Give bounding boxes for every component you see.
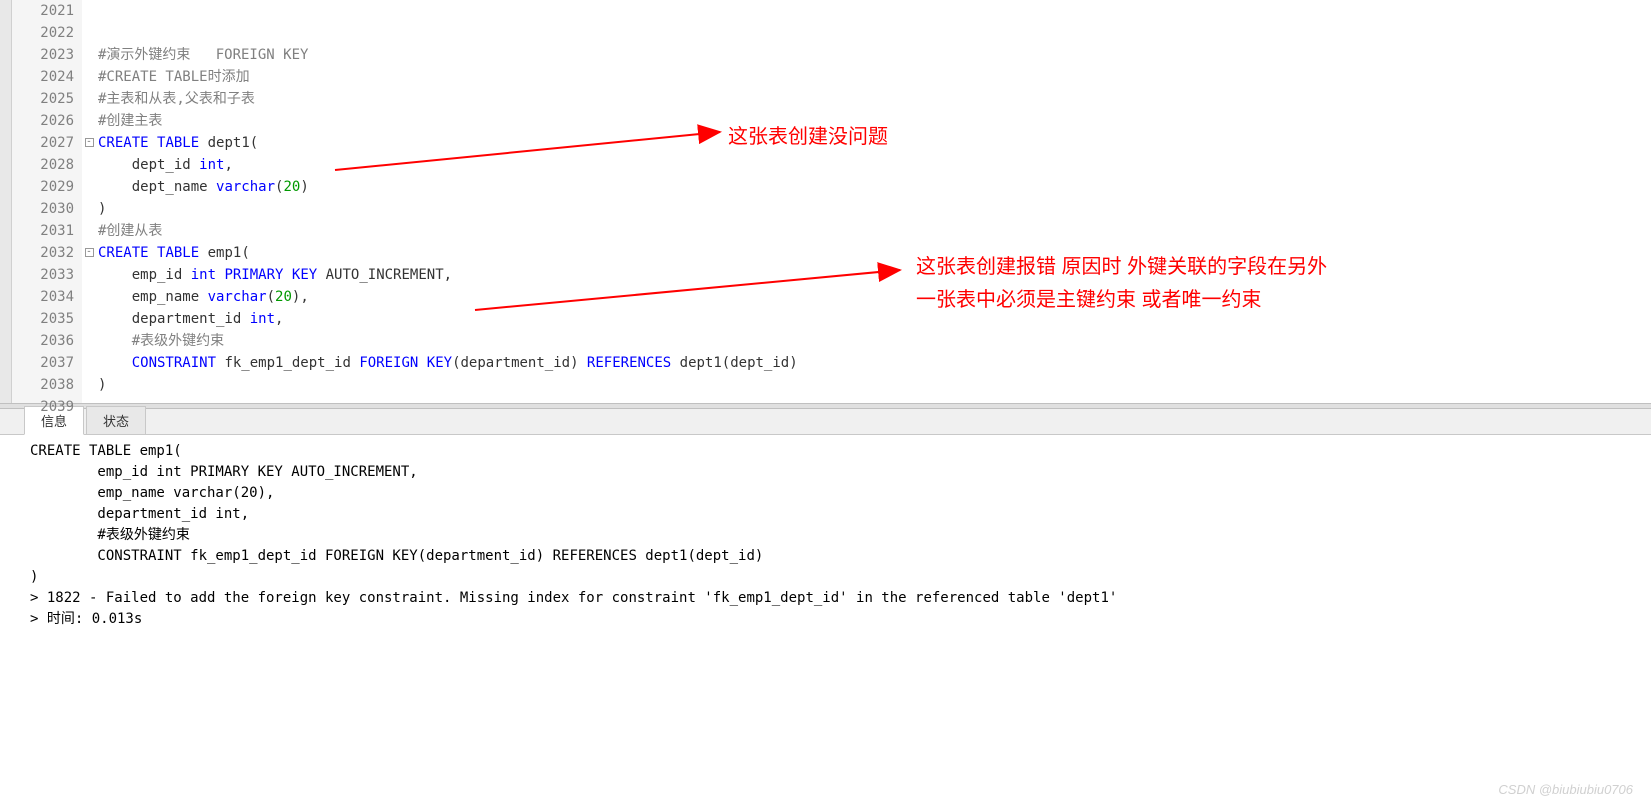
code-line[interactable]: CONSTRAINT fk_emp1_dept_id FOREIGN KEY(d… (98, 352, 1651, 374)
code-line[interactable]: department_id int, (98, 308, 1651, 330)
code-line[interactable]: dept_name varchar(20) (98, 176, 1651, 198)
line-number: 2036 (12, 330, 74, 352)
code-line[interactable]: ) (98, 198, 1651, 220)
editor-margin (0, 0, 12, 403)
line-number: 2022 (12, 22, 74, 44)
fold-marker (82, 220, 96, 242)
line-number: 2031 (12, 220, 74, 242)
fold-marker (82, 198, 96, 220)
code-line[interactable]: emp_name varchar(20), (98, 286, 1651, 308)
fold-marker (82, 286, 96, 308)
line-number: 2023 (12, 44, 74, 66)
code-line[interactable]: #演示外键约束 FOREIGN KEY (98, 44, 1651, 66)
code-content[interactable]: #演示外键约束 FOREIGN KEY#CREATE TABLE时添加#主表和从… (96, 0, 1651, 403)
line-number: 2028 (12, 154, 74, 176)
code-line[interactable]: ) (98, 374, 1651, 396)
fold-marker (82, 176, 96, 198)
line-number: 2021 (12, 0, 74, 22)
fold-marker (82, 154, 96, 176)
fold-marker (82, 110, 96, 132)
output-panel[interactable]: CREATE TABLE emp1( emp_id int PRIMARY KE… (0, 435, 1651, 636)
fold-marker (82, 88, 96, 110)
line-number: 2033 (12, 264, 74, 286)
code-line[interactable]: CREATE TABLE emp1( (98, 242, 1651, 264)
code-line[interactable]: CREATE TABLE dept1( (98, 132, 1651, 154)
code-line[interactable] (98, 22, 1651, 44)
fold-marker (82, 44, 96, 66)
fold-marker[interactable]: - (82, 242, 96, 264)
code-line[interactable]: #主表和从表,父表和子表 (98, 88, 1651, 110)
watermark: CSDN @biubiubiu0706 (1498, 782, 1633, 797)
line-number: 2025 (12, 88, 74, 110)
code-line[interactable]: #CREATE TABLE时添加 (98, 66, 1651, 88)
fold-marker (82, 330, 96, 352)
code-line[interactable] (98, 396, 1651, 418)
line-number: 2037 (12, 352, 74, 374)
line-number: 2038 (12, 374, 74, 396)
line-number: 2039 (12, 396, 74, 418)
line-number: 2032 (12, 242, 74, 264)
code-line[interactable]: dept_id int, (98, 154, 1651, 176)
line-number: 2026 (12, 110, 74, 132)
code-editor[interactable]: 2021202220232024202520262027202820292030… (0, 0, 1651, 403)
code-line[interactable]: emp_id int PRIMARY KEY AUTO_INCREMENT, (98, 264, 1651, 286)
fold-marker (82, 396, 96, 418)
fold-column: -- (82, 0, 96, 403)
fold-marker (82, 0, 96, 22)
fold-marker (82, 22, 96, 44)
line-number: 2034 (12, 286, 74, 308)
fold-marker (82, 264, 96, 286)
line-number-gutter: 2021202220232024202520262027202820292030… (12, 0, 82, 403)
code-line[interactable] (98, 0, 1651, 22)
fold-marker (82, 308, 96, 330)
fold-marker (82, 352, 96, 374)
fold-marker (82, 374, 96, 396)
code-line[interactable]: #创建从表 (98, 220, 1651, 242)
line-number: 2029 (12, 176, 74, 198)
fold-marker[interactable]: - (82, 132, 96, 154)
line-number: 2030 (12, 198, 74, 220)
line-number: 2027 (12, 132, 74, 154)
line-number: 2035 (12, 308, 74, 330)
code-line[interactable]: #创建主表 (98, 110, 1651, 132)
code-line[interactable]: #表级外键约束 (98, 330, 1651, 352)
fold-marker (82, 66, 96, 88)
line-number: 2024 (12, 66, 74, 88)
